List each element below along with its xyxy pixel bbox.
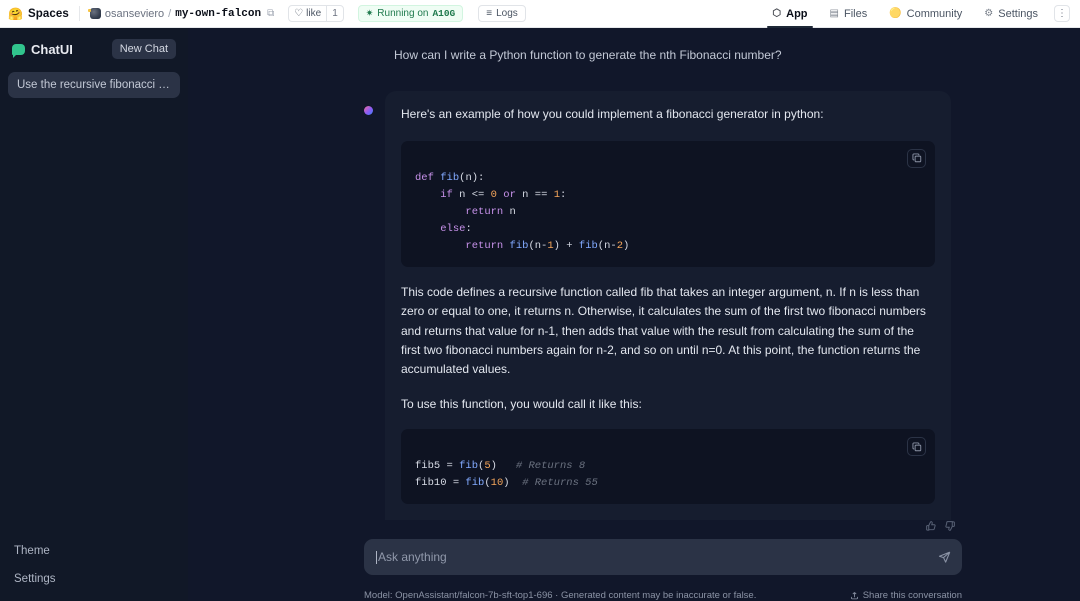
composer-area: Ask anything bbox=[188, 520, 1080, 583]
thumbs-up-icon[interactable] bbox=[925, 519, 937, 537]
sidebar-header: ChatUI New Chat bbox=[0, 28, 188, 68]
assistant-intro-text: Here's an example of how you could imple… bbox=[401, 105, 935, 124]
like-button[interactable]: ♡ like bbox=[289, 6, 326, 21]
app-icon: ⬡ bbox=[772, 8, 781, 19]
avatar bbox=[364, 106, 373, 115]
assistant-message-row: Here's an example of how you could imple… bbox=[188, 91, 962, 520]
footer-bar: Model: OpenAssistant/falcon-7b-sft-top1-… bbox=[188, 583, 1080, 601]
send-button[interactable] bbox=[938, 551, 951, 564]
logs-label: Logs bbox=[496, 8, 518, 19]
copy-code-button[interactable] bbox=[907, 437, 926, 456]
model-info-text: Model: OpenAssistant/falcon-7b-sft-top1-… bbox=[364, 590, 756, 601]
files-icon: ▤ bbox=[830, 8, 839, 19]
message-thread: How can I write a Python function to gen… bbox=[188, 28, 962, 520]
divider bbox=[79, 6, 80, 21]
breadcrumb-separator: / bbox=[168, 8, 171, 20]
conversation-list: Use the recursive fibonacci func... bbox=[0, 68, 188, 102]
assistant-usage-intro-text: To use this function, you would call it … bbox=[401, 395, 935, 414]
sidebar: ChatUI New Chat Use the recursive fibona… bbox=[0, 28, 188, 601]
status-badge-hardware: A10G bbox=[432, 8, 455, 19]
gear-icon: ⚙ bbox=[984, 8, 993, 19]
tab-settings-label: Settings bbox=[998, 8, 1038, 20]
main-panel: How can I write a Python function to gen… bbox=[188, 28, 1080, 601]
hf-bar-left: 🤗 Spaces osanseviero / my-own-falcon ⧉ ♡… bbox=[8, 0, 526, 27]
app-shell: ChatUI New Chat Use the recursive fibona… bbox=[0, 28, 1080, 601]
repo-breadcrumb: osanseviero / my-own-falcon ⧉ bbox=[90, 8, 274, 20]
hf-bar-nav: ⬡ App ▤ Files 🟡 Community ⚙ Settings ⋮ bbox=[761, 0, 1070, 27]
user-message: How can I write a Python function to gen… bbox=[188, 46, 962, 65]
repo-name-link[interactable]: my-own-falcon bbox=[175, 8, 261, 20]
chat-scroll-area[interactable]: How can I write a Python function to gen… bbox=[188, 28, 1080, 520]
tab-community-label: Community bbox=[907, 8, 963, 20]
community-icon: 🟡 bbox=[889, 8, 901, 19]
code-block-2: fib5 = fib(5) # Returns 8 fib10 = fib(10… bbox=[401, 429, 935, 504]
chatui-brand: ChatUI bbox=[12, 42, 73, 57]
copy-repo-name-icon[interactable]: ⧉ bbox=[267, 8, 274, 19]
list-item[interactable]: Use the recursive fibonacci func... bbox=[8, 72, 180, 98]
hf-top-bar: 🤗 Spaces osanseviero / my-own-falcon ⧉ ♡… bbox=[0, 0, 1080, 28]
code-block-1: def fib(n): if n <= 0 or n == 1: return … bbox=[401, 141, 935, 267]
new-chat-button[interactable]: New Chat bbox=[112, 39, 176, 59]
share-conversation-button[interactable]: Share this conversation bbox=[850, 590, 962, 601]
chatui-title: ChatUI bbox=[31, 42, 73, 57]
tab-app[interactable]: ⬡ App bbox=[761, 0, 818, 27]
like-group: ♡ like 1 bbox=[288, 5, 344, 22]
share-icon bbox=[850, 591, 859, 600]
sidebar-item-settings[interactable]: Settings bbox=[0, 565, 188, 593]
chat-input-placeholder: Ask anything bbox=[378, 550, 447, 564]
thumbs-down-icon[interactable] bbox=[944, 519, 956, 537]
tab-files-label: Files bbox=[844, 8, 867, 20]
spaces-logo[interactable]: 🤗 Spaces bbox=[8, 8, 69, 20]
logs-button[interactable]: ≡ Logs bbox=[478, 5, 526, 22]
huggingface-emoji-icon: 🤗 bbox=[8, 8, 23, 20]
tab-settings[interactable]: ⚙ Settings bbox=[973, 0, 1049, 27]
feedback-controls bbox=[364, 520, 962, 536]
assistant-explanation-text: This code defines a recursive function c… bbox=[401, 283, 935, 380]
share-label: Share this conversation bbox=[863, 590, 962, 601]
more-options-button[interactable]: ⋮ bbox=[1054, 5, 1070, 22]
tab-community[interactable]: 🟡 Community bbox=[878, 0, 973, 27]
chat-input-container[interactable]: Ask anything bbox=[364, 539, 962, 575]
status-badge-text: Running on bbox=[377, 8, 428, 19]
heart-icon: ♡ bbox=[294, 8, 303, 19]
owner-avatar-icon bbox=[90, 8, 101, 19]
status-badge: ✷ Running on A10G bbox=[358, 5, 464, 22]
assistant-message-bubble: Here's an example of how you could imple… bbox=[385, 91, 951, 520]
sidebar-footer: Theme Settings bbox=[0, 537, 188, 601]
like-label: like bbox=[306, 8, 321, 19]
text-caret bbox=[376, 551, 377, 564]
chat-bubble-icon bbox=[12, 44, 25, 55]
like-count: 1 bbox=[326, 6, 343, 21]
tab-app-label: App bbox=[786, 8, 807, 20]
sidebar-item-theme[interactable]: Theme bbox=[0, 537, 188, 565]
sparkle-icon: ✷ bbox=[366, 8, 374, 19]
repo-owner-link[interactable]: osanseviero bbox=[105, 8, 164, 20]
logs-icon: ≡ bbox=[486, 8, 492, 19]
spaces-label: Spaces bbox=[28, 8, 69, 20]
copy-code-button[interactable] bbox=[907, 149, 926, 168]
tab-files[interactable]: ▤ Files bbox=[819, 0, 879, 27]
